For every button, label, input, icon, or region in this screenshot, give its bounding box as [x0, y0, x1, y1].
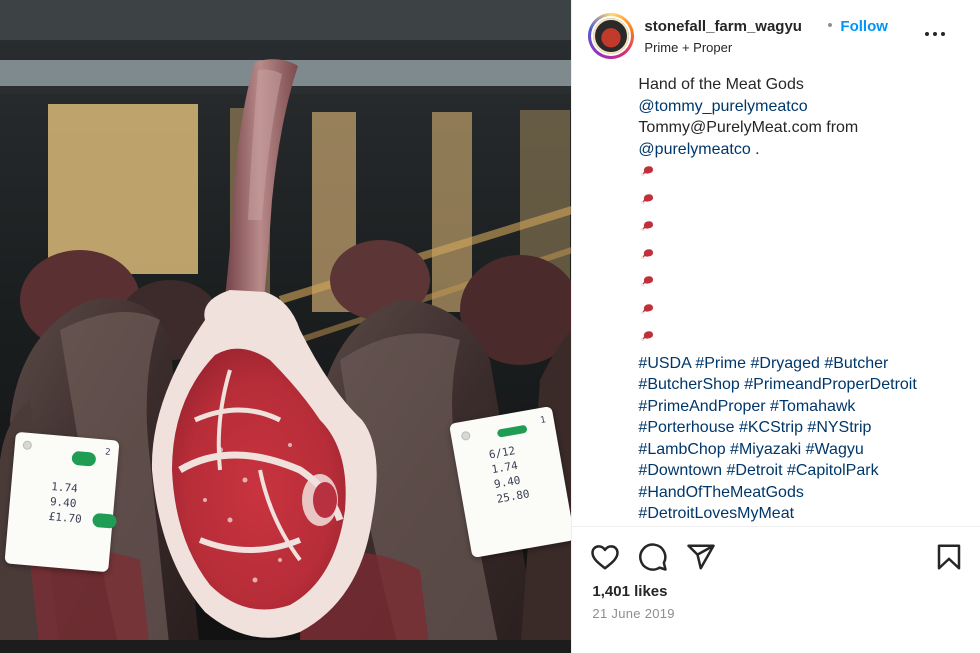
meat-on-bone-icon — [641, 303, 654, 314]
post-caption: Hand of the Meat Gods @tommy_purelymeatc… — [638, 74, 968, 546]
green-clip — [71, 450, 97, 467]
hashtag-link[interactable]: #PrimeAndProper — [638, 398, 765, 415]
hashtag-link[interactable]: #USDA — [638, 355, 690, 372]
comment-icon[interactable] — [638, 542, 668, 572]
hashtag-link[interactable]: #Detroit — [726, 462, 782, 479]
hashtag-link[interactable]: #DetroitLovesMyMeat — [638, 505, 794, 522]
green-clip — [91, 512, 118, 529]
avatar[interactable] — [588, 13, 635, 59]
post-photo[interactable]: 2 1.74 9.40 £1.70 1 6/12 1.74 9.40 25.80 — [0, 0, 572, 653]
tag-hole — [460, 430, 471, 442]
hashtag-line: #USDA #Prime #Dryaged #Butcher — [638, 353, 968, 375]
meat-on-bone-icon — [641, 331, 654, 341]
hashtag-link[interactable]: #HandOfTheMeatGods — [638, 484, 803, 501]
more-options-icon[interactable] — [922, 22, 952, 46]
avatar-logo — [593, 18, 630, 54]
emoji-line — [638, 325, 968, 353]
hashtag-link[interactable]: #Dryaged — [750, 355, 819, 372]
likes-count[interactable]: 1,401 likes — [592, 583, 667, 600]
action-bar — [572, 526, 980, 587]
hashtag-line: #DetroitLovesMyMeat — [638, 503, 968, 525]
post-side-panel: stonefall_farm_wagyu • Follow Prime + Pr… — [571, 0, 980, 653]
post-date: 21 June 2019 — [592, 606, 675, 621]
username-link[interactable]: stonefall_farm_wagyu — [644, 18, 802, 35]
tag-number: 1 — [539, 415, 547, 427]
instagram-post: 2 1.74 9.40 £1.70 1 6/12 1.74 9.40 25.80 — [0, 0, 980, 653]
hashtag-link[interactable]: #PrimeandProperDetroit — [744, 376, 917, 393]
hashtag-link[interactable]: #Prime — [695, 355, 746, 372]
tag-lines: 6/12 1.74 9.40 25.80 — [488, 442, 531, 507]
hashtag-link[interactable]: #ButcherShop — [638, 376, 739, 393]
hashtag-link[interactable]: #CapitolPark — [787, 462, 879, 479]
caption-line: Hand of the Meat Gods — [638, 76, 804, 93]
emoji-line — [638, 188, 968, 216]
avatar-frame — [591, 16, 632, 56]
hashtag-link[interactable]: #Wagyu — [806, 441, 864, 458]
tag-number: 2 — [104, 447, 111, 459]
bookmark-icon[interactable] — [934, 542, 964, 572]
hashtag-line: #Porterhouse #KCStrip #NYStrip — [638, 417, 968, 439]
mention-link[interactable]: @tommy_purelymeatco — [638, 98, 807, 115]
hashtag-line: #Downtown #Detroit #CapitolPark — [638, 460, 968, 482]
caption-text: . — [750, 140, 760, 158]
hashtag-line: #LambChop #Miyazaki #Wagyu — [638, 439, 968, 461]
tag-hole — [22, 440, 33, 451]
location-link[interactable]: Prime + Proper — [644, 40, 732, 55]
hashtag-line: #HandOfTheMeatGods — [638, 482, 968, 504]
heart-icon[interactable] — [590, 542, 620, 572]
hashtag-link[interactable]: #KCStrip — [739, 419, 803, 436]
hashtag-line: #PrimeAndProper #Tomahawk — [638, 396, 968, 418]
send-icon[interactable] — [686, 542, 716, 572]
emoji-line — [638, 243, 968, 271]
meat-on-bone-icon — [641, 166, 654, 176]
hashtag-link[interactable]: #Downtown — [638, 462, 722, 479]
price-tag-left: 2 1.74 9.40 £1.70 — [4, 431, 120, 573]
hashtag-link[interactable]: #NYStrip — [807, 419, 871, 436]
meat-on-bone-icon — [641, 193, 654, 204]
emoji-line — [638, 160, 968, 188]
mention-link[interactable]: @purelymeatco — [638, 141, 750, 158]
emoji-line — [638, 270, 968, 298]
separator-dot: • — [827, 17, 833, 34]
avatar-logo-ring — [593, 18, 630, 54]
hashtag-list: #USDA #Prime #Dryaged #Butcher #ButcherSh… — [638, 353, 968, 547]
hashtag-link[interactable]: #Tomahawk — [770, 398, 855, 415]
hashtag-link[interactable]: #LambChop — [638, 441, 725, 458]
green-clip — [496, 424, 528, 438]
hashtag-link[interactable]: #Miyazaki — [730, 441, 801, 458]
hashtag-link[interactable]: #Butcher — [824, 355, 888, 372]
meat-on-bone-icon — [641, 248, 654, 259]
post-header: stonefall_farm_wagyu • Follow Prime + Pr… — [572, 0, 980, 70]
meat-on-bone-icon — [641, 221, 654, 231]
follow-button[interactable]: Follow — [840, 18, 888, 35]
meat-on-bone-icon — [641, 276, 654, 286]
hashtag-link[interactable]: #Porterhouse — [638, 419, 734, 436]
tag-line: £1.70 — [48, 509, 83, 526]
emoji-line — [638, 215, 968, 243]
hashtag-line: #ButcherShop #PrimeandProperDetroit — [638, 374, 968, 396]
emoji-line — [638, 298, 968, 326]
caption-line: Tommy@PurelyMeat.com from — [638, 119, 859, 136]
emoji-list — [638, 160, 968, 353]
tag-lines: 1.74 9.40 £1.70 — [48, 479, 85, 527]
